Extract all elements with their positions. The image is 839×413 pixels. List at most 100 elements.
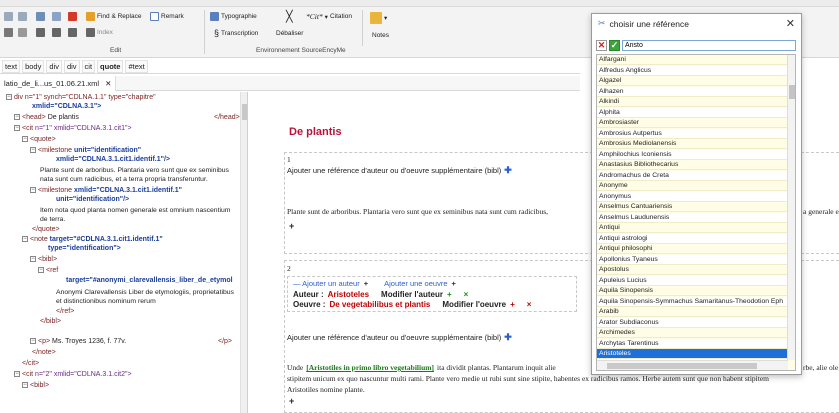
tree-node-note[interactable]: − <note target="#CDLNA.3.1.cit1.identif.1…: [22, 236, 163, 244]
tree-node-div[interactable]: − div n="1" synch="CDLNA.1.1" type="chapi…: [6, 94, 156, 102]
tree-node-quote[interactable]: − <quote>: [22, 136, 56, 144]
reference-list-item[interactable]: Andromachus de Creta: [597, 170, 788, 181]
breadcrumb-item-div[interactable]: div: [46, 59, 62, 73]
close-icon[interactable]: ✕: [105, 79, 111, 88]
reference-list-item[interactable]: Apollonius Tyaneus: [597, 254, 788, 265]
quote-text-2[interactable]: Item nota quod planta nomen generale est…: [40, 206, 238, 224]
collapse-icon[interactable]: −: [14, 371, 20, 378]
reference-list-item[interactable]: Apostolus: [597, 265, 788, 275]
add-icon[interactable]: +: [364, 279, 368, 288]
remove-author-icon[interactable]: ×: [464, 290, 469, 299]
add-work-link[interactable]: Ajouter une oeuvre: [384, 279, 447, 288]
copy-button[interactable]: [36, 12, 45, 21]
close-icon[interactable]: ✕: [786, 17, 795, 30]
reference-list-item[interactable]: Apuleius Lucius: [597, 275, 788, 286]
citation-link[interactable]: [Aristotiles in primo libro vegetabilium…: [306, 363, 434, 372]
collapse-icon[interactable]: −: [30, 338, 36, 345]
reference-list-item[interactable]: Antiqui astrologi: [597, 233, 788, 244]
tool-button-d[interactable]: [52, 28, 61, 37]
tree-scrollbar-thumb[interactable]: [242, 104, 247, 120]
breadcrumb-item-text[interactable]: text: [2, 59, 21, 73]
reference-list-item[interactable]: Ambrosiaster: [597, 118, 788, 128]
breadcrumb-item-body[interactable]: body: [22, 59, 45, 73]
quote-line-2[interactable]: stipitem unicum ex quo nascuntur multi r…: [287, 374, 769, 383]
breadcrumb-item-cit[interactable]: cit: [81, 59, 96, 73]
unde-line[interactable]: Unde [Aristotiles in primo libro vegetab…: [287, 363, 556, 372]
reference-list-hscrollbar-thumb[interactable]: [607, 363, 757, 369]
collapse-icon[interactable]: −: [38, 267, 44, 274]
reference-list-item[interactable]: Anselmus Laudunensis: [597, 212, 788, 223]
reference-list-item[interactable]: Archytas Tarentinus: [597, 338, 788, 349]
tool-button-e[interactable]: [68, 28, 77, 37]
reference-list-hscrollbar[interactable]: [597, 360, 788, 370]
modify-author-link[interactable]: Modifier l'auteur: [381, 290, 443, 299]
file-tab[interactable]: latio_de_li...us_01.06.21.xml ✕: [0, 76, 117, 91]
add-icon[interactable]: +: [452, 279, 456, 288]
add-icon[interactable]: ✚: [504, 332, 512, 343]
breadcrumb-item-text-node[interactable]: #text: [125, 59, 148, 73]
collapse-icon[interactable]: −: [30, 187, 36, 194]
reference-list-item[interactable]: Alphita: [597, 107, 788, 118]
reference-list-scrollbar-thumb[interactable]: [789, 85, 795, 99]
breadcrumb-item-div-2[interactable]: div: [63, 59, 80, 73]
dialog-titlebar[interactable]: ✂ choisir une référence: [592, 14, 801, 33]
quote-line-3[interactable]: Aristotiles nomine plante.: [287, 385, 365, 394]
reference-list-item[interactable]: Alfargani: [597, 55, 788, 65]
collapse-icon[interactable]: −: [14, 114, 20, 121]
reference-list-item[interactable]: Archimedes: [597, 328, 788, 338]
index-button[interactable]: Index: [86, 28, 113, 37]
tool-button-a[interactable]: [4, 28, 13, 37]
add-reference-text[interactable]: Ajouter une référence d'auteur ou d'oeuv…: [287, 166, 501, 175]
citation-button[interactable]: *Cit* ▾ Citation: [306, 12, 352, 21]
ref-text[interactable]: Anonymi Clarevallensis Liber de etymolog…: [56, 288, 238, 306]
typographie-button[interactable]: Typographie: [210, 12, 257, 21]
redo-button[interactable]: [18, 12, 27, 21]
reference-list-item[interactable]: Anonyme: [597, 181, 788, 191]
collapse-icon[interactable]: −: [6, 94, 12, 101]
reference-list-item[interactable]: Arator Subdiaconus: [597, 317, 788, 328]
add-icon[interactable]: +: [510, 300, 515, 309]
collapse-icon[interactable]: −: [22, 136, 28, 143]
collapse-icon[interactable]: −: [22, 236, 28, 243]
debaliser-button[interactable]: Débaliser: [276, 30, 303, 37]
debaliser-x-button[interactable]: ╳: [286, 10, 293, 23]
tree-node-bibl[interactable]: − <bibl>: [30, 256, 57, 264]
reference-list-item[interactable]: Ambrosius Mediolanensis: [597, 139, 788, 149]
reference-list-item[interactable]: Algazel: [597, 76, 788, 86]
modify-work-link[interactable]: Modifier l'oeuvre: [442, 300, 506, 309]
reference-list-item[interactable]: Arabib: [597, 307, 788, 317]
reference-list-item[interactable]: Ambrosius Autpertus: [597, 128, 788, 139]
remove-work-icon[interactable]: ×: [527, 300, 532, 309]
reference-list-item[interactable]: Anastasius Bibliothecarius: [597, 160, 788, 170]
tool-button-c[interactable]: [36, 28, 45, 37]
confirm-check-icon[interactable]: ✓: [609, 39, 620, 51]
tree-node-cit2[interactable]: − <cit n="2" xmlid="CDLNA.3.1.cit2">: [14, 371, 132, 379]
tree-node-head[interactable]: − <head> De plantis: [14, 114, 79, 122]
find-replace-button[interactable]: Find & Replace: [86, 12, 141, 21]
quote-text-1[interactable]: Plante sunt de arboribus. Plantaria vero…: [40, 166, 238, 184]
add-reference-row-2[interactable]: Ajouter une référence d'auteur ou d'oeuv…: [287, 332, 512, 343]
tree-node-milestone1[interactable]: − <milestone unit="identification": [30, 147, 141, 155]
reference-list-item[interactable]: Anselmus Cantuariensis: [597, 202, 788, 212]
add-icon[interactable]: +: [447, 290, 452, 299]
reference-list-item[interactable]: Aquila Sinopensis-Symmachus Samaritanus-…: [597, 296, 788, 307]
tree-node-cit1[interactable]: − <cit n="1" xmlid="CDLNA.3.1.cit1">: [14, 125, 132, 133]
add-reference-row-1[interactable]: Ajouter une référence d'auteur ou d'oeuv…: [287, 165, 512, 176]
add-button-1[interactable]: +: [289, 221, 294, 231]
reference-list-scrollbar[interactable]: [787, 55, 795, 360]
breadcrumb-item-quote[interactable]: quote: [97, 59, 124, 73]
reference-list-item[interactable]: Alhazen: [597, 86, 788, 97]
reference-list-item[interactable]: Amphilochius Iconiensis: [597, 149, 788, 160]
collapse-icon[interactable]: −: [30, 256, 36, 263]
reference-list-item[interactable]: Anonymus: [597, 191, 788, 202]
collapse-icon[interactable]: −: [22, 382, 28, 389]
quote-line-1[interactable]: Plante sunt de arboribus. Plantaria vero…: [287, 207, 548, 216]
reference-list-item[interactable]: Alkindi: [597, 97, 788, 107]
reference-list-item[interactable]: Antiqui: [597, 223, 788, 233]
reference-list-item[interactable]: Antiqui philosophi: [597, 244, 788, 254]
tree-node-milestone2[interactable]: − <milestone xmlid="CDLNA.3.1.cit1.identi…: [30, 187, 182, 195]
tree-node-p[interactable]: − <p> Ms. Troyes 1236, f. 77v.: [30, 338, 126, 346]
add-reference-text-2[interactable]: Ajouter une référence d'auteur ou d'oeuv…: [287, 333, 501, 342]
author-value[interactable]: Aristoteles: [328, 290, 369, 299]
tree-node-ref[interactable]: − <ref: [38, 267, 58, 275]
